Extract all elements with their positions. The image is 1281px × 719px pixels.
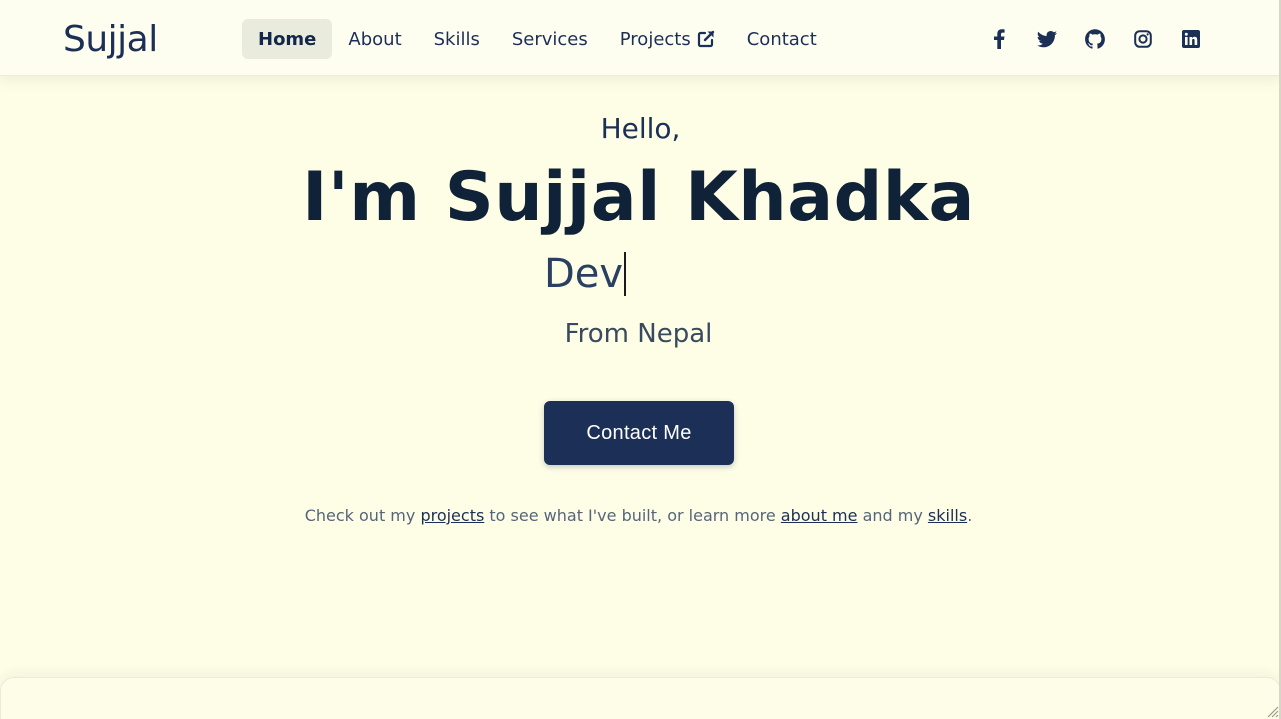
nav-item-label: Services [511,28,588,50]
about-me-link[interactable]: about me [781,506,858,525]
hero-name-heading: I'm Sujjal Khadka [302,158,975,237]
nav-item-contact[interactable]: Contact [731,19,833,59]
resize-grip-icon[interactable] [1265,703,1279,718]
hero-typed-role: Dev [544,248,627,300]
typed-text: Dev [544,251,624,297]
note-prefix: Check out my [304,506,421,525]
nav-item-about[interactable]: About [332,19,417,59]
nav-item-home[interactable]: Home [242,19,333,59]
hero-location: From Nepal [564,319,713,349]
nav-item-label: Home [258,28,317,50]
facebook-icon[interactable] [986,27,1012,51]
twitter-icon[interactable] [1034,27,1060,51]
nav-item-services[interactable]: Services [496,19,604,59]
nav-item-skills[interactable]: Skills [418,19,496,59]
external-link-icon [697,30,715,48]
top-navbar: Sujjal Home About Skills Services Projec… [0,0,1281,76]
page: Sujjal Home About Skills Services Projec… [0,0,1281,719]
note-mid-2: and my [857,506,928,525]
projects-link[interactable]: projects [420,506,484,525]
note-mid-1: to see what I've built, or learn more [484,506,781,525]
nav-item-label: Projects [619,28,691,50]
linkedin-icon[interactable] [1178,27,1204,51]
github-icon[interactable] [1082,27,1108,51]
typing-caret [624,252,627,296]
note-suffix: . [967,506,973,525]
instagram-icon[interactable] [1130,27,1156,51]
brand-logo[interactable]: Sujjal [63,19,158,61]
nav-item-label: About [348,28,402,50]
contact-me-button[interactable]: Contact Me [544,401,734,465]
next-section-card [0,677,1281,719]
nav-item-label: Skills [433,28,480,50]
nav-item-label: Contact [746,28,817,50]
hero-greeting: Hello, [600,112,681,145]
social-links [986,27,1226,51]
skills-link[interactable]: skills [928,506,967,525]
hero-note: Check out my projects to see what I've b… [0,505,1277,527]
nav-links: Home About Skills Services Projects Cont… [242,19,833,59]
nav-item-projects[interactable]: Projects [604,19,731,59]
